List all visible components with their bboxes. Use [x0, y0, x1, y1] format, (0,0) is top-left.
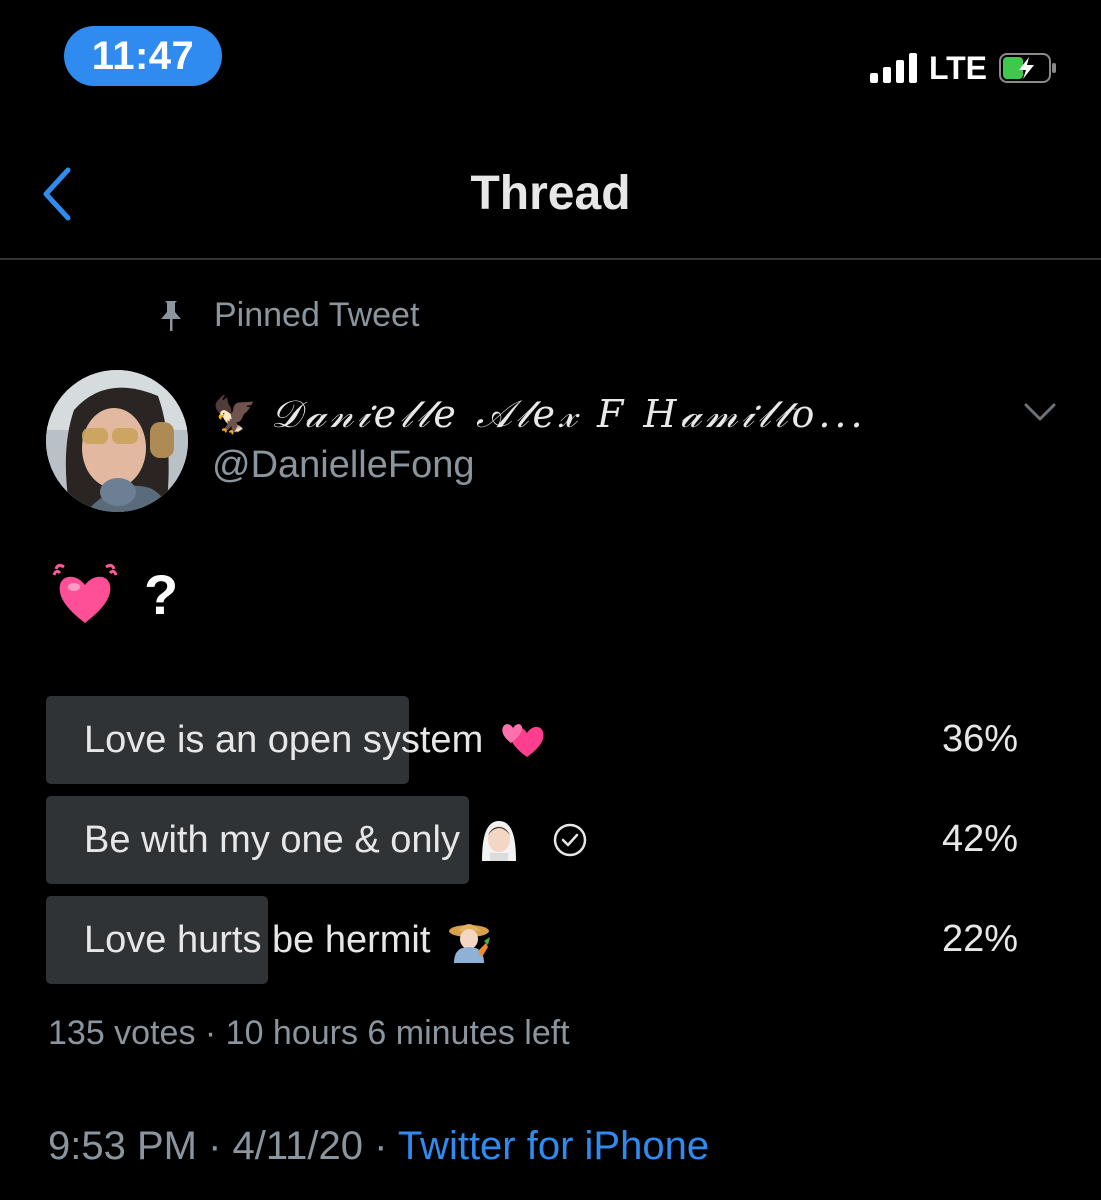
- avatar[interactable]: [46, 370, 188, 512]
- pinned-label: Pinned Tweet: [214, 296, 420, 334]
- tweet-footer: 9:53 PM · 4/11/20 · Twitter for iPhone: [48, 1124, 709, 1169]
- thread-screen: 11:47 LTE Thread Pinned Tweet 🦅 𝒟𝒶𝓃𝒾𝑒𝓁𝓁𝑒…: [0, 0, 1101, 1200]
- poll-option-label: Love hurts be hermit: [84, 917, 492, 963]
- poll-option: Love is an open system 36%: [46, 696, 1026, 784]
- nav-bar: Thread: [0, 130, 1101, 260]
- two-hearts-emoji-icon: [502, 724, 544, 757]
- poll-meta: 135 votes · 10 hours 6 minutes left: [48, 1014, 570, 1052]
- poll-option: Love hurts be hermit 22%: [46, 896, 1026, 984]
- poll-percent: 42%: [941, 818, 1018, 860]
- farmer-emoji-icon: [449, 924, 491, 963]
- tweet-text: ?: [52, 562, 178, 627]
- display-name[interactable]: 🦅 𝒟𝒶𝓃𝒾𝑒𝓁𝓁𝑒 𝒜𝓁𝑒𝓍 𝐹 𝐻𝒶𝓂𝒾𝓁𝓉𝑜...: [212, 392, 1012, 437]
- poll-percent: 36%: [941, 718, 1018, 760]
- display-name-text: 𝒟𝒶𝓃𝒾𝑒𝓁𝓁𝑒 𝒜𝓁𝑒𝓍 𝐹 𝐻𝒶𝓂𝒾𝓁𝓉𝑜...: [270, 392, 867, 436]
- source-link[interactable]: Twitter for iPhone: [398, 1124, 709, 1168]
- eagle-emoji: 🦅: [212, 395, 261, 436]
- poll-option-label: Be with my one & only: [84, 817, 588, 863]
- poll: Love is an open system 36% Be with my on…: [46, 696, 1026, 996]
- selected-check-icon: [553, 823, 587, 857]
- chevron-down-icon[interactable]: [1023, 402, 1057, 424]
- status-indicators: LTE: [869, 48, 1057, 88]
- poll-option: Be with my one & only 42%: [46, 796, 1026, 884]
- avatar-photo: [46, 370, 188, 512]
- author-handle[interactable]: @DanielleFong: [212, 444, 475, 487]
- bride-emoji-icon: [481, 821, 516, 861]
- tweet-question: ?: [144, 563, 179, 626]
- status-time[interactable]: 11:47: [64, 26, 222, 86]
- poll-percent: 22%: [941, 918, 1018, 960]
- network-label: LTE: [928, 49, 987, 86]
- signal-icon: [869, 53, 917, 83]
- pin-icon: [161, 300, 181, 331]
- tweet-timestamp: 9:53 PM · 4/11/20 ·: [48, 1124, 398, 1168]
- battery-charging-icon: [999, 53, 1056, 83]
- pinned-indicator: Pinned Tweet: [156, 296, 419, 335]
- poll-option-label: Love is an open system: [84, 717, 545, 763]
- beating-heart-emoji-icon: [52, 563, 118, 623]
- page-title: Thread: [470, 167, 631, 220]
